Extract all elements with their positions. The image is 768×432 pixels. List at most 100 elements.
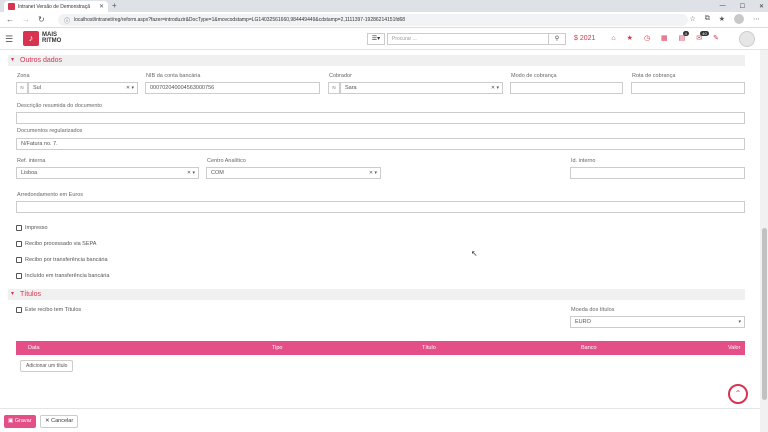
incluido-transferencia-checkbox[interactable]: Incluído em transferência bancária <box>16 273 109 279</box>
checkbox-icon[interactable] <box>16 273 22 279</box>
transferencia-checkbox[interactable]: Recibo por transferência bancária <box>16 257 108 263</box>
modo-cobranca-input[interactable] <box>510 82 623 94</box>
messages-badge: 40 <box>700 31 709 36</box>
clear-dropdown-icon[interactable]: ✕ ▾ <box>187 168 195 178</box>
arredondamento-input[interactable] <box>16 201 745 213</box>
checkbox-icon[interactable] <box>16 257 22 263</box>
url-text: localhost/intranet/reg/reform.aspx?fazer… <box>74 17 406 23</box>
cancel-button[interactable]: ✕ Cancelar <box>40 415 79 428</box>
hamburger-menu-icon[interactable]: ☰ <box>5 34 13 45</box>
checkbox-icon[interactable] <box>16 225 22 231</box>
col-titulo[interactable]: Título <box>422 345 436 351</box>
nib-input[interactable]: 000702040004563000756 <box>145 82 320 94</box>
id-interno-label: Id. interno <box>571 158 596 164</box>
col-tipo[interactable]: Tipo <box>272 345 283 351</box>
add-titulo-button[interactable]: Adicionar um título <box>20 360 74 372</box>
forward-icon[interactable]: → <box>22 15 30 24</box>
close-window-icon[interactable]: ✕ <box>759 3 764 10</box>
logo-icon[interactable]: ♪ <box>23 31 39 46</box>
section-header-titulos[interactable]: ▾ Títulos <box>8 289 745 300</box>
checkbox-icon[interactable] <box>16 307 22 313</box>
address-bar: ← → ↻ ⓘ localhost/intranet/reg/reform.as… <box>0 12 768 28</box>
chevron-down-icon: ▾ <box>11 57 15 63</box>
centro-analitico-label: Centro Analítico <box>207 158 246 164</box>
reload-icon[interactable]: ↻ <box>38 15 45 24</box>
rota-cobranca-input[interactable] <box>631 82 745 94</box>
impresso-checkbox[interactable]: Impresso <box>16 225 48 231</box>
titulos-table-header: Data Tipo Título Banco Valor <box>16 341 745 355</box>
search-input[interactable]: Procurar ... <box>387 33 549 45</box>
tools-icon[interactable]: ✎ <box>713 34 719 42</box>
maximize-icon[interactable]: ☐ <box>740 3 745 10</box>
save-button[interactable]: ▣ Gravar <box>4 415 36 428</box>
favicon-icon <box>8 3 15 10</box>
year-selector[interactable]: $ 2021 <box>574 35 595 42</box>
cobrador-label: Cobrador <box>329 73 352 79</box>
zona-select[interactable]: Sul ✕ ▾ <box>28 82 138 94</box>
col-valor[interactable]: Valor <box>728 345 740 351</box>
sepa-checkbox[interactable]: Recibo processado via SEPA <box>16 241 96 247</box>
back-icon[interactable]: ← <box>6 15 14 24</box>
floppy-icon: ▣ <box>8 418 14 424</box>
arredondamento-label: Arredondamento em Euros <box>17 192 84 198</box>
col-banco[interactable]: Banco <box>581 345 597 351</box>
calendar-icon[interactable]: ▦ <box>661 34 668 42</box>
clock-icon[interactable]: ◷ <box>644 34 650 42</box>
info-icon: ⓘ <box>64 18 71 25</box>
col-data[interactable]: Data <box>28 345 40 351</box>
app-header: ☰ ♪ MAIS RITMO ☰▾ Procurar ... ⚲ $ 2021 … <box>0 28 768 50</box>
minimize-icon[interactable]: — <box>720 3 726 9</box>
chevron-down-icon[interactable]: ▾ <box>738 317 741 327</box>
clear-dropdown-icon[interactable]: ✕ ▾ <box>491 83 499 93</box>
search-button[interactable]: ⚲ <box>549 33 566 45</box>
zona-label: Zona <box>17 73 30 79</box>
tab-title: Intranet Versão de Demonstraçã <box>18 3 90 10</box>
moeda-select[interactable]: EURO ▾ <box>570 316 745 328</box>
section-header-outros-dados[interactable]: ▾ Outros dados <box>8 55 745 66</box>
scroll-to-top-icon[interactable]: ⌃ <box>728 384 748 404</box>
star-icon[interactable]: ★ <box>627 34 633 42</box>
form-footer: ▣ Gravar ✕ Cancelar <box>0 408 760 432</box>
documentos-label: Documentos regularizados <box>17 128 83 134</box>
clear-dropdown-icon[interactable]: ✕ ▾ <box>369 168 377 178</box>
close-icon: ✕ <box>45 418 50 424</box>
mouse-cursor-icon: ↖ <box>471 249 478 258</box>
tem-titulos-checkbox[interactable]: Este recibo tem Títulos <box>16 307 81 313</box>
favorites-icon[interactable]: ★ <box>719 15 725 23</box>
header-icons: $ 2021 ⌂ ★ ◷ ▦ ▤ 4 ✉ 40 ✎ <box>574 31 730 42</box>
checkbox-icon[interactable] <box>16 241 22 247</box>
cobrador-prefix: N <box>328 82 340 94</box>
descricao-input[interactable] <box>16 112 745 124</box>
nib-label: NIB da conta bancária <box>146 73 201 79</box>
scrollbar-thumb[interactable] <box>762 228 767 400</box>
tasks-badge: 4 <box>682 31 689 36</box>
moeda-label: Moeda dos títulos <box>571 307 615 313</box>
browser-actions: ☆ ⧉ ★ ⋯ <box>689 14 760 24</box>
chevron-down-icon: ▾ <box>11 291 15 297</box>
view-selector[interactable]: ☰▾ <box>367 33 385 45</box>
messages-icon[interactable]: ✉ 40 <box>696 31 709 42</box>
window-controls: — ☐ ✕ <box>720 0 764 12</box>
more-menu-icon[interactable]: ⋯ <box>753 15 760 23</box>
cobrador-select[interactable]: Sara ✕ ▾ <box>340 82 503 94</box>
ref-interna-label: Ref. interna <box>17 158 46 164</box>
id-interno-input[interactable] <box>570 167 745 179</box>
new-tab-icon[interactable]: + <box>112 1 117 10</box>
url-field[interactable]: ⓘ localhost/intranet/reg/reform.aspx?faz… <box>58 14 688 26</box>
modo-cobranca-label: Modo de cobrança <box>511 73 557 79</box>
browser-tab-bar: Intranet Versão de Demonstraçã ✕ + — ☐ ✕ <box>0 0 768 12</box>
clear-dropdown-icon[interactable]: ✕ ▾ <box>126 83 134 93</box>
documentos-input[interactable]: N/Fatura no. 7. <box>16 138 745 150</box>
logo-text: MAIS RITMO <box>42 32 62 44</box>
home-icon[interactable]: ⌂ <box>611 35 615 42</box>
ref-interna-select[interactable]: Lisboa ✕ ▾ <box>16 167 199 179</box>
descricao-label: Descrição resumida do documento <box>17 103 102 109</box>
centro-analitico-select[interactable]: COM ✕ ▾ <box>206 167 381 179</box>
collections-icon[interactable]: ⧉ <box>705 15 710 23</box>
tasks-icon[interactable]: ▤ 4 <box>679 31 689 42</box>
close-tab-icon[interactable]: ✕ <box>99 3 104 10</box>
star-bookmark-icon[interactable]: ☆ <box>689 15 695 23</box>
profile-avatar[interactable] <box>734 14 744 24</box>
user-avatar[interactable] <box>739 31 755 47</box>
browser-tab[interactable]: Intranet Versão de Demonstraçã ✕ <box>4 1 108 12</box>
